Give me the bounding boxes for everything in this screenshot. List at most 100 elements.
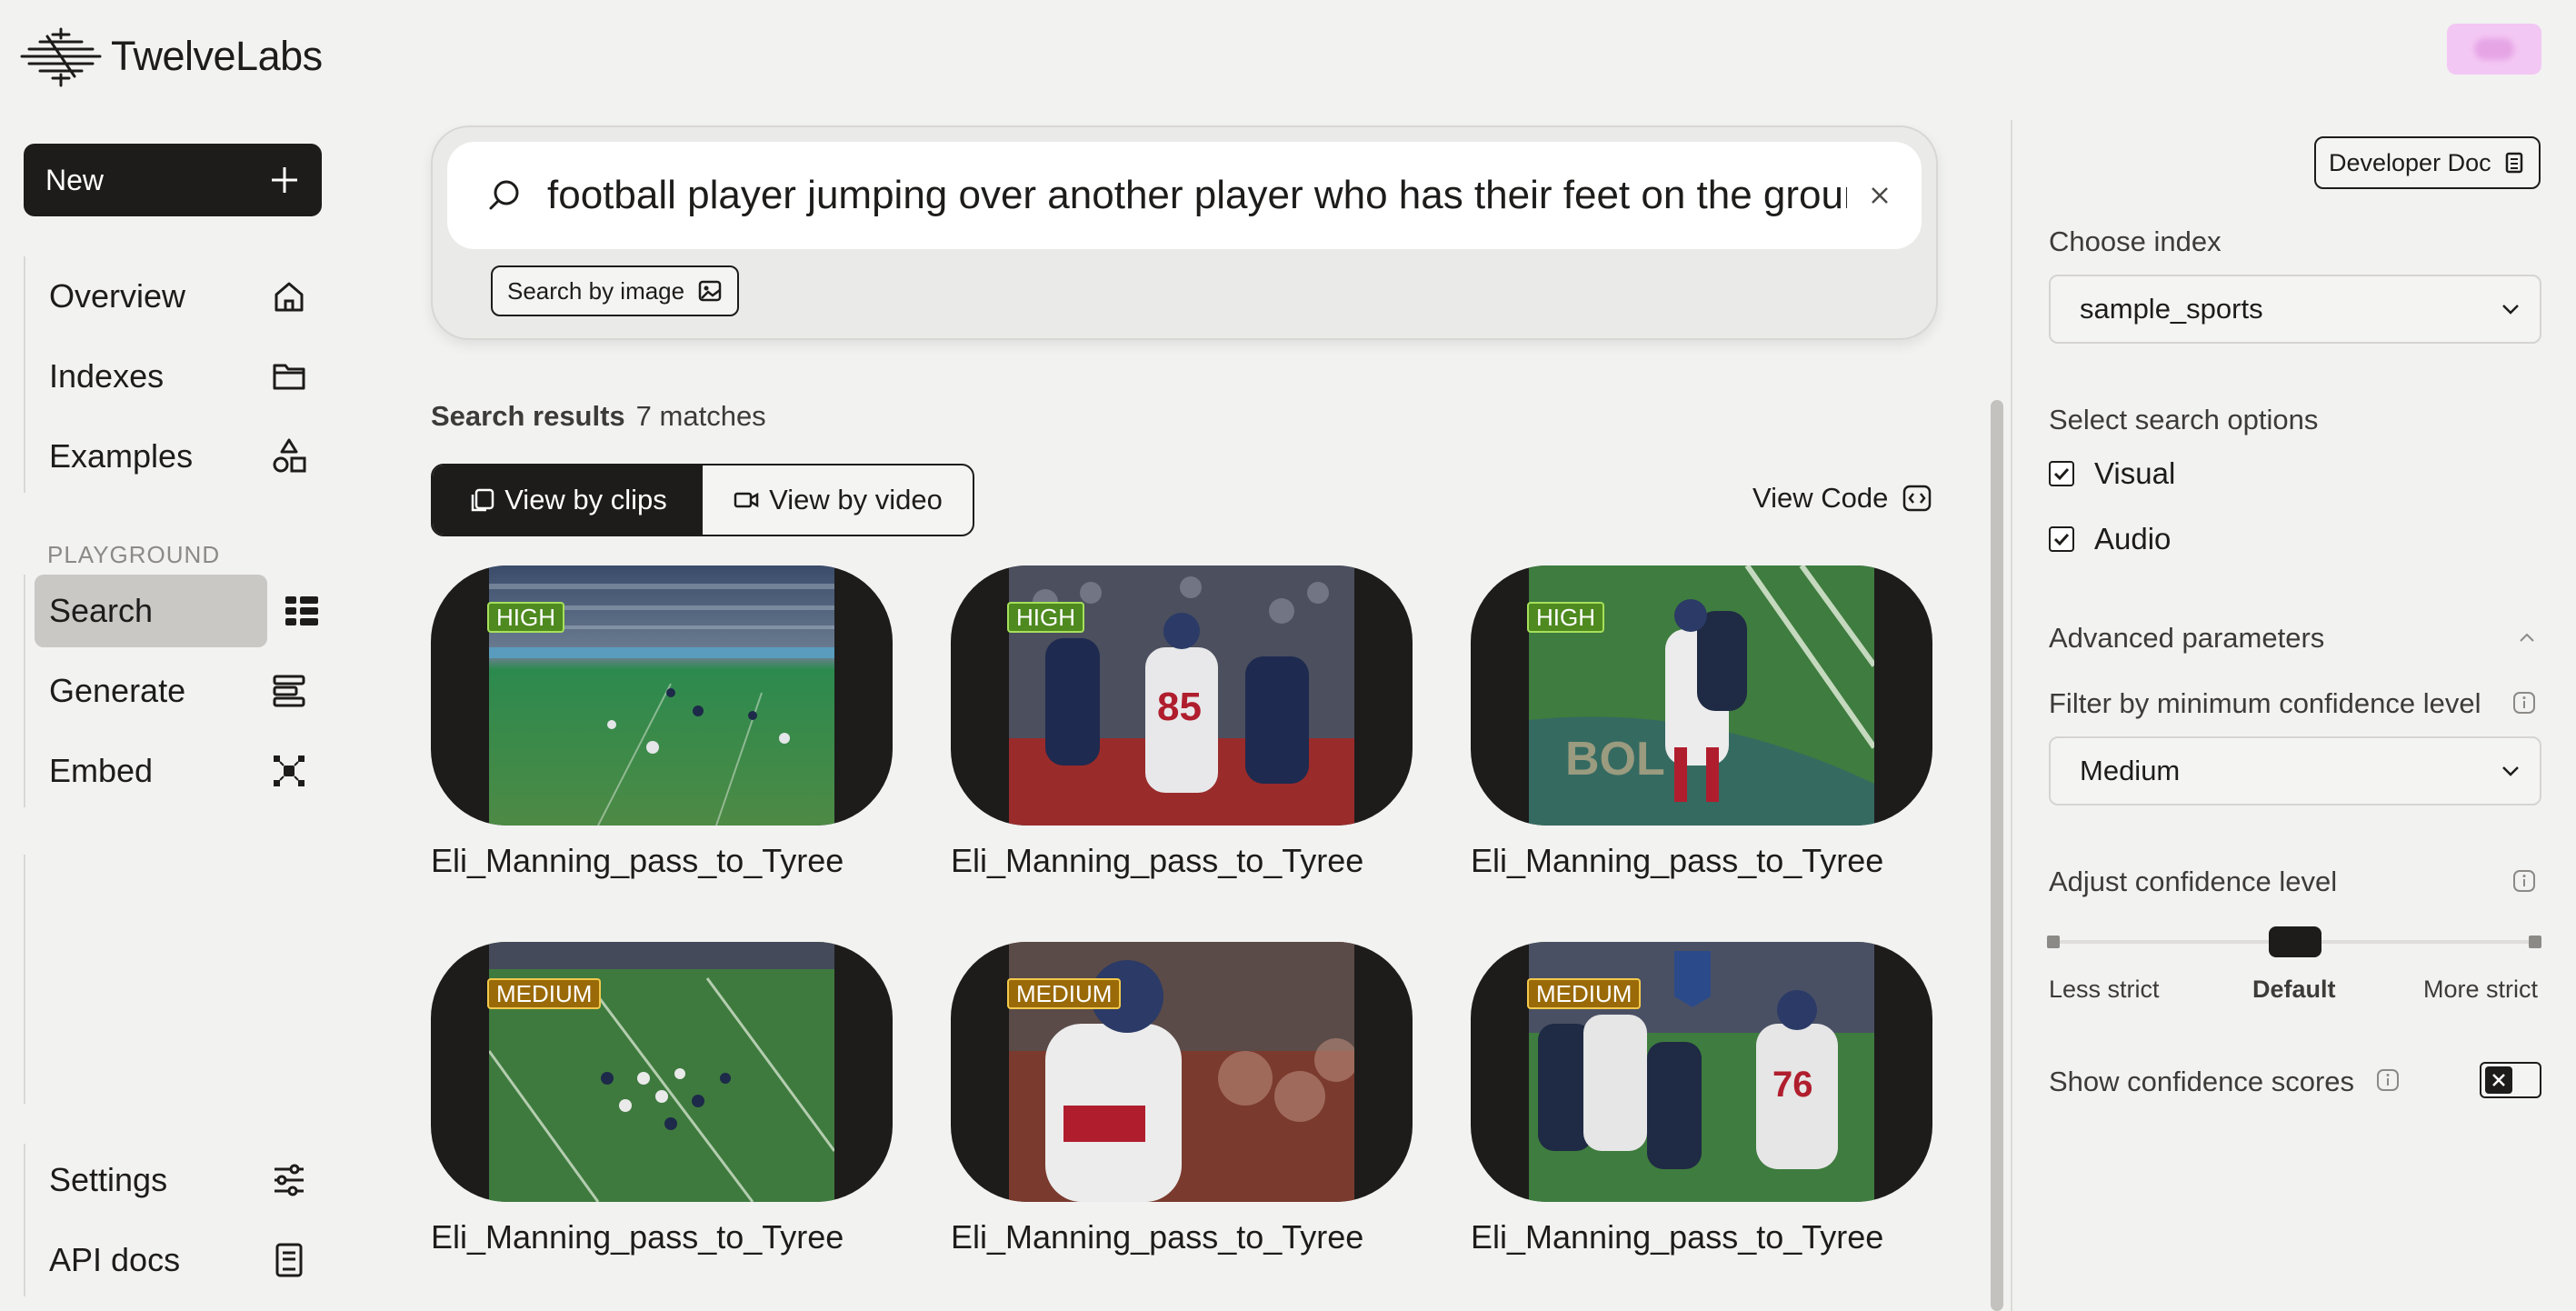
visual-checkbox[interactable] bbox=[2049, 461, 2074, 486]
confidence-filter-select[interactable]: Medium bbox=[2049, 736, 2541, 806]
sliders-icon bbox=[269, 1160, 309, 1200]
search-icon bbox=[484, 175, 525, 216]
confidence-slider-handle[interactable] bbox=[2269, 926, 2321, 957]
view-by-video-button[interactable]: View by video bbox=[703, 465, 973, 535]
slider-label-less: Less strict bbox=[2049, 976, 2160, 1003]
home-icon bbox=[269, 276, 309, 316]
code-icon bbox=[1902, 484, 1932, 513]
view-toggle: View by clips View by video bbox=[431, 464, 974, 536]
folder-icon bbox=[269, 356, 309, 396]
result-title[interactable]: Eli_Manning_pass_to_Tyree bbox=[431, 1218, 893, 1256]
brand-logo[interactable]: TwelveLabs bbox=[20, 25, 323, 87]
developer-doc-label: Developer Doc bbox=[2329, 148, 2491, 176]
video-thumbnail[interactable]: MEDIUM bbox=[951, 942, 1413, 1202]
result-title[interactable]: Eli_Manning_pass_to_Tyree bbox=[1471, 1218, 1932, 1256]
sidebar-item-label: API docs bbox=[49, 1241, 181, 1278]
video-thumbnail[interactable]: MEDIUM bbox=[431, 942, 893, 1202]
clips-icon bbox=[468, 486, 495, 514]
plus-icon bbox=[269, 165, 300, 195]
video-thumbnail[interactable]: 76 MEDIUM bbox=[1471, 942, 1932, 1202]
audio-label: Audio bbox=[2094, 522, 2172, 555]
brand-name: TwelveLabs bbox=[111, 33, 323, 79]
user-avatar[interactable] bbox=[2447, 24, 2541, 75]
sidebar-item-settings[interactable]: Settings bbox=[35, 1144, 324, 1216]
generate-lines-icon bbox=[269, 671, 309, 711]
confidence-badge: HIGH bbox=[1527, 602, 1604, 633]
result-title[interactable]: Eli_Manning_pass_to_Tyree bbox=[431, 842, 893, 880]
view-by-clips-button[interactable]: View by clips bbox=[433, 465, 703, 535]
result-title[interactable]: Eli_Manning_pass_to_Tyree bbox=[951, 1218, 1413, 1256]
sidebar-item-search[interactable]: Search bbox=[35, 575, 318, 647]
playground-nav: Search Generate Embed bbox=[24, 575, 324, 807]
show-scores-toggle[interactable] bbox=[2480, 1062, 2541, 1098]
result-card[interactable]: MEDIUM Eli_Manning_pass_to_Tyree bbox=[951, 942, 1413, 1256]
slider-label-default: Default bbox=[2252, 976, 2336, 1003]
view-code-button[interactable]: View Code bbox=[1752, 482, 1932, 515]
option-visual[interactable]: Visual bbox=[2049, 456, 2175, 491]
embed-icon bbox=[269, 751, 309, 791]
confidence-badge: MEDIUM bbox=[487, 978, 602, 1009]
search-by-image-button[interactable]: Search by image bbox=[491, 265, 740, 316]
sidebar-item-label: Embed bbox=[49, 752, 154, 789]
sidebar-item-label: Indexes bbox=[49, 357, 165, 395]
view-by-clips-label: View by clips bbox=[504, 484, 667, 515]
sidebar-item-indexes[interactable]: Indexes bbox=[35, 340, 324, 413]
sidebar-item-label: Examples bbox=[49, 437, 194, 475]
info-icon[interactable] bbox=[2512, 691, 2536, 715]
index-select[interactable]: sample_sports bbox=[2049, 275, 2541, 344]
doc-icon bbox=[2502, 151, 2526, 175]
search-options-label: Select search options bbox=[2049, 404, 2319, 435]
results-label: Search results bbox=[431, 400, 625, 432]
view-by-video-label: View by video bbox=[769, 484, 943, 515]
index-select-value: sample_sports bbox=[2080, 293, 2263, 325]
developer-doc-button[interactable]: Developer Doc bbox=[2314, 136, 2541, 189]
chevron-down-icon bbox=[2498, 758, 2523, 784]
search-input[interactable]: football player jumping over another pla… bbox=[447, 142, 1922, 249]
advanced-parameters-label[interactable]: Advanced parameters bbox=[2049, 622, 2324, 655]
search-grid-icon bbox=[282, 591, 322, 631]
new-button-label: New bbox=[45, 163, 105, 196]
result-card[interactable]: 85 HIGH Eli_Manning_pass_to_Tyree bbox=[951, 565, 1413, 880]
result-card[interactable]: BOL HIGH Eli_Manning_pass_to_Tyree bbox=[1471, 565, 1932, 880]
search-panel: football player jumping over another pla… bbox=[431, 125, 1938, 340]
show-scores-label: Show confidence scores bbox=[2049, 1066, 2355, 1097]
video-thumbnail[interactable]: BOL HIGH bbox=[1471, 565, 1932, 826]
shapes-icon bbox=[269, 436, 309, 476]
bottom-nav: Settings API docs bbox=[24, 1144, 324, 1296]
result-title[interactable]: Eli_Manning_pass_to_Tyree bbox=[951, 842, 1413, 880]
slider-stop-more[interactable] bbox=[2529, 936, 2541, 948]
sidebar-item-embed[interactable]: Embed bbox=[35, 735, 324, 807]
video-thumbnail[interactable]: HIGH bbox=[431, 565, 893, 826]
main-nav: Overview Indexes Examples bbox=[24, 256, 324, 493]
audio-checkbox[interactable] bbox=[2049, 526, 2074, 552]
info-icon[interactable] bbox=[2376, 1068, 2400, 1092]
slider-stop-less[interactable] bbox=[2047, 936, 2060, 948]
info-icon[interactable] bbox=[2512, 869, 2536, 893]
option-audio[interactable]: Audio bbox=[2049, 522, 2171, 556]
book-icon bbox=[269, 1240, 309, 1280]
result-card[interactable]: HIGH Eli_Manning_pass_to_Tyree bbox=[431, 565, 893, 880]
sidebar-item-label: Search bbox=[49, 592, 154, 629]
result-card[interactable]: MEDIUM Eli_Manning_pass_to_Tyree bbox=[431, 942, 893, 1256]
result-card[interactable]: 76 MEDIUM Eli_Manning_pass_to_Tyree bbox=[1471, 942, 1932, 1256]
slider-label-more: More strict bbox=[2423, 976, 2539, 1003]
results-scrollbar[interactable] bbox=[1991, 400, 2003, 1311]
sidebar-item-overview[interactable]: Overview bbox=[35, 260, 324, 333]
choose-index-label: Choose index bbox=[2049, 225, 2222, 257]
sidebar-item-examples[interactable]: Examples bbox=[35, 420, 324, 493]
results-count: 7 matches bbox=[635, 400, 766, 432]
toggle-off-icon bbox=[2485, 1066, 2512, 1094]
search-query-text[interactable]: football player jumping over another pla… bbox=[547, 173, 1847, 218]
result-title[interactable]: Eli_Manning_pass_to_Tyree bbox=[1471, 842, 1932, 880]
video-thumbnail[interactable]: 85 HIGH bbox=[951, 565, 1413, 826]
twelvelabs-logo-icon bbox=[20, 25, 102, 87]
sidebar-item-generate[interactable]: Generate bbox=[35, 655, 324, 727]
chevron-down-icon bbox=[2498, 296, 2523, 322]
new-button[interactable]: New bbox=[24, 144, 322, 216]
clear-search-icon[interactable] bbox=[1865, 181, 1894, 210]
filter-confidence-label: Filter by minimum confidence level bbox=[2049, 687, 2481, 719]
video-icon bbox=[733, 486, 760, 514]
panel-divider bbox=[2011, 120, 2012, 1311]
sidebar-item-api-docs[interactable]: API docs bbox=[35, 1224, 324, 1296]
chevron-up-icon[interactable] bbox=[2516, 627, 2538, 649]
